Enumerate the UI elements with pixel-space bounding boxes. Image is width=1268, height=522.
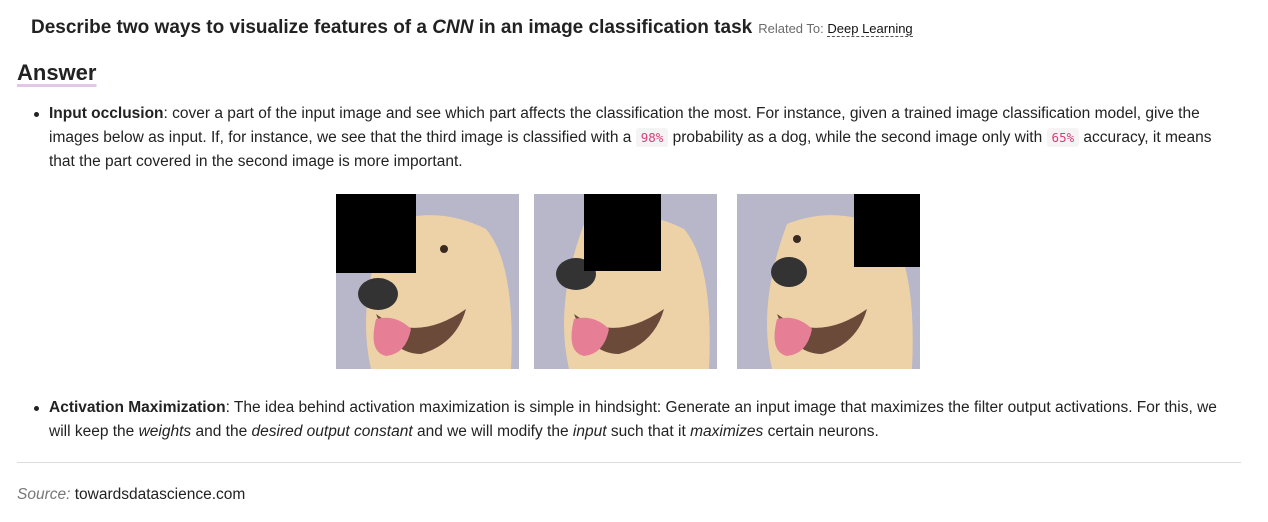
bullet-text: probability as a dog, while the second i… — [668, 129, 1047, 146]
emphasis-maximizes: maximizes — [690, 423, 764, 440]
related-to: Related To: Deep Learning — [758, 21, 913, 37]
occlusion-mask — [584, 194, 661, 271]
dog-image-3 — [737, 194, 920, 369]
bullet-text: and the — [191, 423, 252, 440]
answer-heading: Answer — [17, 60, 97, 85]
bullet-text: such that it — [606, 423, 691, 440]
divider — [17, 462, 1241, 463]
question-text-end: in an image classification task — [473, 17, 753, 38]
dog-image-1 — [336, 194, 519, 369]
question-emphasis: CNN — [432, 17, 474, 38]
answer-list: Input occlusion: cover a part of the inp… — [31, 102, 1241, 174]
related-label: Related To: — [758, 21, 824, 36]
question-title: Describe two ways to visualize features … — [31, 17, 913, 39]
accuracy-code: 65% — [1046, 128, 1080, 147]
answer-list-2: Activation Maximization: The idea behind… — [31, 396, 1241, 444]
bullet-text: and we will modify the — [412, 423, 573, 440]
emphasis-weights: weights — [138, 423, 192, 440]
source-value: towardsdatascience.com — [74, 486, 246, 503]
dog-image-2 — [534, 194, 717, 369]
source-line: Source: towardsdatascience.com — [17, 486, 245, 504]
occlusion-mask — [854, 194, 920, 267]
probability-code: 98% — [635, 128, 669, 147]
bullet-activation-maximization: Activation Maximization: The idea behind… — [31, 396, 1241, 444]
related-topic-link[interactable]: Deep Learning — [827, 21, 913, 37]
bullet-term: Input occlusion — [49, 105, 164, 122]
bullet-input-occlusion: Input occlusion: cover a part of the inp… — [31, 102, 1241, 174]
occlusion-figure — [336, 194, 920, 369]
emphasis-desired-output: desired output constant — [251, 423, 413, 440]
source-label: Source: — [17, 486, 71, 503]
bullet-term: Activation Maximization — [49, 399, 226, 416]
page: Describe two ways to visualize features … — [0, 0, 1268, 522]
question-text: Describe two ways to visualize features … — [31, 17, 433, 38]
occlusion-mask — [336, 194, 416, 273]
emphasis-input: input — [572, 423, 607, 440]
bullet-text: certain neurons. — [763, 423, 879, 440]
